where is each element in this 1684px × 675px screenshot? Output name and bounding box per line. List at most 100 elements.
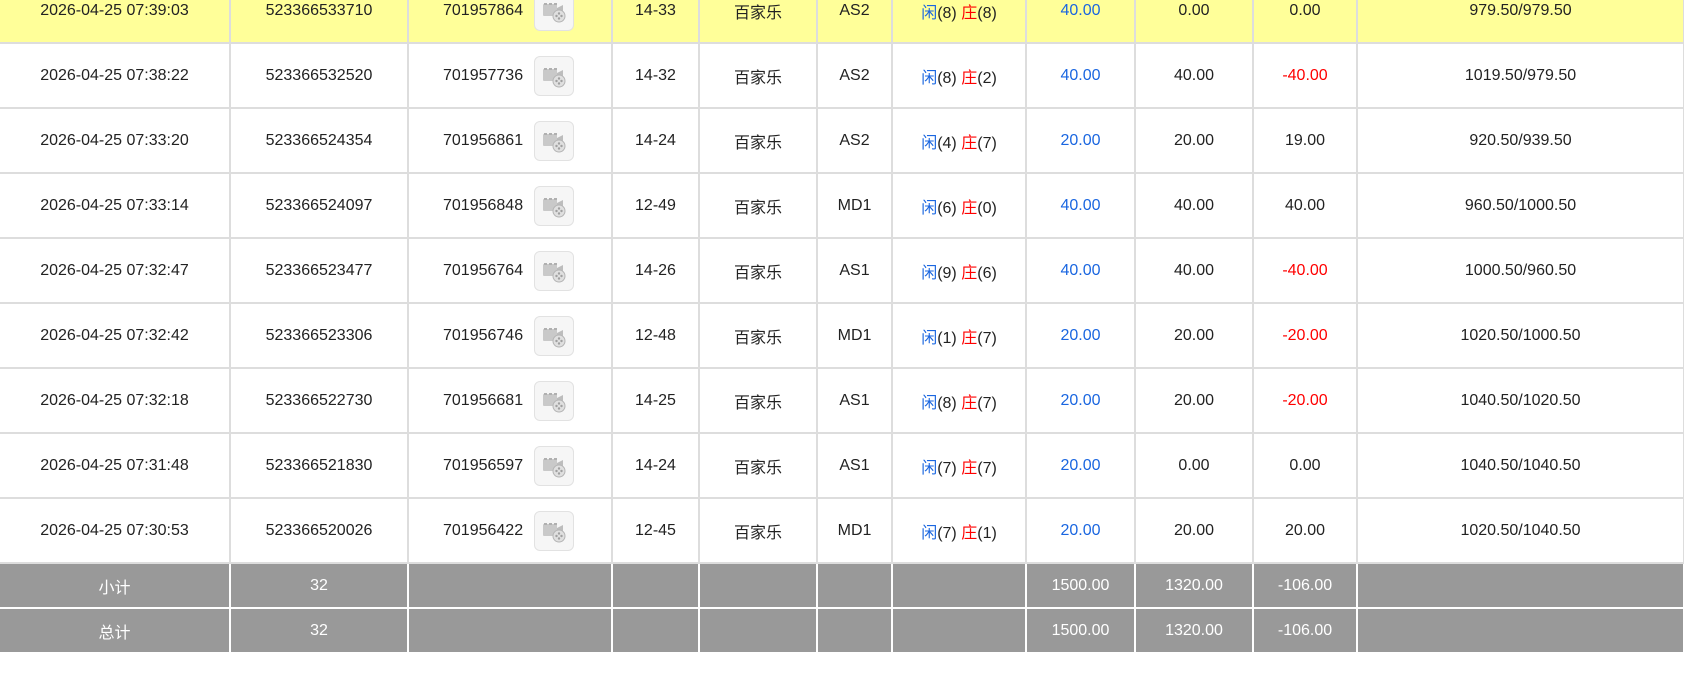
game-name: 百家乐 [698,302,818,369]
round-number: 701956861 [443,131,524,149]
bet-amount: 40.00 [1025,42,1136,109]
player-points: (8) [937,394,957,412]
game-name: 百家乐 [698,497,818,564]
valid-bet: 20.00 [1134,367,1254,434]
table-body: 2026-04-25 07:39:03 523366533710 7019578… [0,0,1684,654]
result-cell: 闲(8) 庄(7) [891,367,1027,434]
bet-amount: 20.00 [1025,367,1136,434]
table-code: AS2 [816,42,893,109]
round-cell: 701956597 [407,432,613,499]
video-replay-icon [542,2,566,22]
win-loss: -40.00 [1252,42,1358,109]
subtotal-row: 小计 32 1500.00 1320.00 -106.00 [0,562,1684,609]
table-code: AS2 [816,0,893,44]
banker-points: (7) [977,459,997,477]
banker-label: 庄 [961,134,978,152]
banker-points: (7) [977,134,997,152]
video-replay-button[interactable] [533,120,574,161]
total-count: 32 [229,607,409,654]
shoe-number: 14-24 [611,107,700,174]
bet-amount: 40.00 [1025,237,1136,304]
player-label: 闲 [921,199,938,217]
bet-time: 2026-04-25 07:32:47 [0,237,231,304]
banker-label: 庄 [961,4,978,22]
shoe-number: 14-25 [611,367,700,434]
valid-bet: 40.00 [1134,42,1254,109]
round-number: 701957864 [443,1,524,19]
round-number: 701956422 [443,521,524,539]
win-loss: -20.00 [1252,302,1358,369]
bet-amount: 20.00 [1025,302,1136,369]
balance-before-after: 960.50/1000.50 [1356,172,1684,239]
video-replay-button[interactable] [533,510,574,551]
bet-amount: 40.00 [1025,0,1136,44]
bet-id: 523366532520 [229,42,409,109]
subtotal-win: -106.00 [1252,562,1358,609]
table-code: MD1 [816,497,893,564]
valid-bet: 20.00 [1134,107,1254,174]
win-loss: 19.00 [1252,107,1358,174]
bet-amount: 20.00 [1025,497,1136,564]
player-points: (9) [937,264,957,282]
video-replay-button[interactable] [533,380,574,421]
game-name: 百家乐 [698,432,818,499]
video-replay-icon [542,457,566,477]
game-name: 百家乐 [698,0,818,44]
video-replay-icon [542,132,566,152]
player-points: (8) [937,69,957,87]
game-name: 百家乐 [698,42,818,109]
win-loss: 0.00 [1252,432,1358,499]
win-loss: -20.00 [1252,367,1358,434]
video-replay-icon [542,327,566,347]
shoe-number: 12-49 [611,172,700,239]
video-replay-button[interactable] [533,0,574,31]
round-number: 701956681 [443,391,524,409]
round-cell: 701956681 [407,367,613,434]
table-row: 2026-04-25 07:31:48 523366521830 7019565… [0,432,1684,499]
video-replay-button[interactable] [533,250,574,291]
table-row: 2026-04-25 07:32:42 523366523306 7019567… [0,302,1684,369]
player-label: 闲 [921,459,938,477]
player-points: (8) [937,4,957,22]
balance-before-after: 979.50/979.50 [1356,0,1684,44]
table-row: 2026-04-25 07:30:53 523366520026 7019564… [0,497,1684,564]
banker-points: (8) [977,4,997,22]
table-row: 2026-04-25 07:33:14 523366524097 7019568… [0,172,1684,239]
table-code: MD1 [816,172,893,239]
bet-time: 2026-04-25 07:33:14 [0,172,231,239]
video-replay-icon [542,262,566,282]
total-win: -106.00 [1252,607,1358,654]
video-replay-button[interactable] [533,315,574,356]
bet-id: 523366520026 [229,497,409,564]
total-row: 总计 32 1500.00 1320.00 -106.00 [0,607,1684,654]
game-name: 百家乐 [698,367,818,434]
balance-before-after: 1040.50/1040.50 [1356,432,1684,499]
game-name: 百家乐 [698,237,818,304]
banker-label: 庄 [961,264,978,282]
video-replay-button[interactable] [533,185,574,226]
bet-amount: 20.00 [1025,432,1136,499]
bet-id: 523366524354 [229,107,409,174]
video-replay-button[interactable] [533,55,574,96]
player-label: 闲 [921,524,938,542]
player-label: 闲 [921,69,938,87]
player-label: 闲 [921,4,938,22]
win-loss: 40.00 [1252,172,1358,239]
bet-id: 523366523306 [229,302,409,369]
banker-label: 庄 [961,459,978,477]
round-cell: 701956861 [407,107,613,174]
valid-bet: 40.00 [1134,237,1254,304]
result-cell: 闲(6) 庄(0) [891,172,1027,239]
bet-time: 2026-04-25 07:32:18 [0,367,231,434]
banker-label: 庄 [961,199,978,217]
player-points: (4) [937,134,957,152]
valid-bet: 40.00 [1134,172,1254,239]
video-replay-button[interactable] [533,445,574,486]
shoe-number: 14-26 [611,237,700,304]
player-points: (6) [937,199,957,217]
round-cell: 701956764 [407,237,613,304]
round-cell: 701956746 [407,302,613,369]
total-valid: 1320.00 [1134,607,1254,654]
video-replay-icon [542,197,566,217]
video-replay-icon [542,522,566,542]
